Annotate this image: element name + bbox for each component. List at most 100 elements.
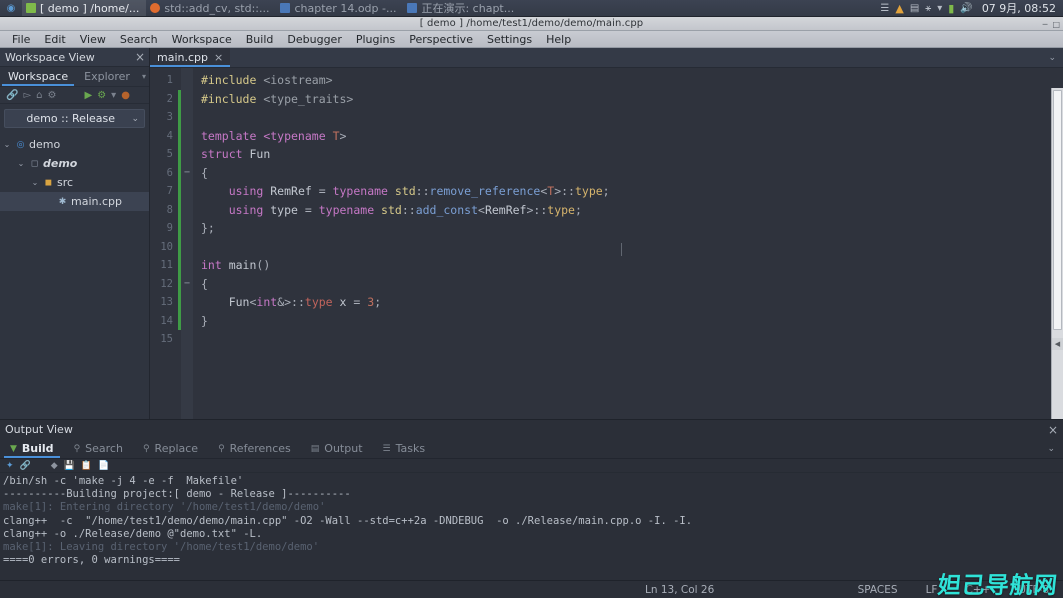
- build-log-line: clang++ -c "/home/test1/demo/demo/main.c…: [3, 514, 693, 527]
- workspace-toolbar: 🔗 ▻ ⌂ ⚙ ▶ ⚙ ▾ ●: [0, 87, 149, 104]
- folder-icon: ◻: [30, 158, 39, 169]
- link-icon[interactable]: 🔗: [20, 461, 31, 471]
- output-view-tabs: ▼ Build ⚲ Search ⚲ Replace ⚲ References …: [0, 439, 1063, 459]
- taskbar-item-impress-show[interactable]: 正在演示: chapt...: [403, 0, 521, 16]
- fold-toggle[interactable]: −: [181, 164, 193, 183]
- tree-item-folder-src[interactable]: ⌄ ◼ src: [0, 173, 149, 192]
- wrench-icon[interactable]: ⚙: [48, 90, 57, 101]
- code-token: <: [478, 202, 485, 217]
- menu-edit[interactable]: Edit: [37, 32, 72, 47]
- scroll-down-arrow-icon[interactable]: ◀: [1052, 338, 1063, 350]
- eol-mode[interactable]: LF: [912, 584, 952, 596]
- fold-toggle[interactable]: −: [181, 275, 193, 294]
- twisty-icon[interactable]: ⌄: [0, 140, 14, 149]
- menu-workspace[interactable]: Workspace: [165, 32, 239, 47]
- warning-icon[interactable]: ▲: [895, 2, 903, 15]
- menu-debugger[interactable]: Debugger: [280, 32, 348, 47]
- tab-replace[interactable]: ⚲ Replace: [133, 439, 208, 458]
- home-icon[interactable]: ⌂: [36, 90, 42, 101]
- code-text-area[interactable]: #include <iostream> #include <type_traits…: [193, 68, 1063, 419]
- network-icon[interactable]: ☰: [880, 3, 889, 14]
- chevron-down-icon[interactable]: ⌄: [1039, 439, 1063, 458]
- menu-plugins[interactable]: Plugins: [349, 32, 402, 47]
- bluetooth-icon[interactable]: ⚹: [925, 3, 931, 14]
- clear-icon[interactable]: ◆: [51, 461, 58, 471]
- copy-icon[interactable]: 📋: [81, 461, 92, 471]
- tab-output[interactable]: ▤ Output: [301, 439, 373, 458]
- line-number: 7: [166, 185, 173, 197]
- language-mode[interactable]: C++: [951, 584, 1004, 596]
- tab-explorer[interactable]: Explorer: [76, 67, 138, 86]
- build-icon[interactable]: ⚙: [97, 90, 106, 101]
- tree-item-file-main-cpp[interactable]: ✱ main.cpp: [0, 192, 149, 211]
- volume-icon[interactable]: 🔊: [960, 3, 972, 14]
- indent-mode[interactable]: SPACES: [844, 584, 912, 596]
- start-menu-button[interactable]: ◉: [0, 0, 22, 16]
- twisty-icon[interactable]: ⌄: [28, 178, 42, 187]
- editor-area: main.cpp × ⌄ 1 2 3 4 5 6 7 8 9 10 11 12 13 14 15 − − #i…: [150, 48, 1063, 419]
- menu-build[interactable]: Build: [239, 32, 281, 47]
- tab-label: Output: [324, 442, 363, 455]
- keyboard-icon[interactable]: ▤: [910, 3, 919, 14]
- code-folding-column[interactable]: − −: [181, 68, 193, 419]
- taskbar-clock[interactable]: 07 9月, 08:52: [979, 0, 1056, 16]
- menu-view[interactable]: View: [73, 32, 113, 47]
- link-icon[interactable]: 🔗: [6, 90, 18, 101]
- scrollbar-thumb[interactable]: [1053, 90, 1062, 330]
- tree-item-folder-demo[interactable]: ⌄ ◻ demo: [0, 154, 149, 173]
- project-tree: ⌄ ◎ demo ⌄ ◻ demo ⌄ ◼ src ✱ main.cpp: [0, 132, 149, 419]
- tab-label: References: [229, 442, 291, 455]
- code-line: int main(): [201, 256, 1063, 275]
- stop-icon[interactable]: ●: [121, 90, 130, 101]
- chevron-down-icon[interactable]: ▾: [138, 67, 150, 86]
- output-icon: ▤: [310, 443, 320, 454]
- close-icon[interactable]: ×: [135, 51, 145, 63]
- menu-help[interactable]: Help: [539, 32, 578, 47]
- tab-build[interactable]: ▼ Build: [0, 439, 64, 458]
- editor-tab-main-cpp[interactable]: main.cpp ×: [150, 48, 231, 67]
- taskbar-item-demo[interactable]: [ demo ] /home/...: [22, 0, 147, 16]
- fold-empty: [181, 71, 193, 90]
- menu-perspective[interactable]: Perspective: [402, 32, 480, 47]
- menubar: File Edit View Search Workspace Build De…: [0, 31, 1063, 48]
- build-log[interactable]: /bin/sh -c 'make -j 4 -e -f Makefile' ---…: [0, 473, 1063, 580]
- chevron-down-icon: ⌄: [131, 113, 139, 124]
- close-icon[interactable]: ×: [214, 52, 223, 63]
- menu-search[interactable]: Search: [113, 32, 165, 47]
- run-icon[interactable]: ▶: [84, 90, 92, 101]
- menu-settings[interactable]: Settings: [480, 32, 539, 47]
- pin-icon[interactable]: ✦: [6, 461, 14, 471]
- taskbar-item-label: chapter 14.odp -...: [294, 1, 397, 15]
- twisty-icon[interactable]: ⌄: [14, 159, 28, 168]
- paste-icon[interactable]: 📄: [98, 461, 109, 471]
- taskbar-item-label: [ demo ] /home/...: [40, 1, 140, 15]
- send-icon[interactable]: ▻: [23, 90, 31, 101]
- battery-icon[interactable]: ▮: [948, 2, 954, 15]
- taskbar-item-impress-doc[interactable]: chapter 14.odp -...: [276, 0, 403, 16]
- menu-file[interactable]: File: [5, 32, 37, 47]
- minimize-icon[interactable]: ─: [1043, 20, 1048, 29]
- tab-tasks[interactable]: ☰ Tasks: [373, 439, 436, 458]
- encoding-mode[interactable]: UTF-8: [1004, 584, 1063, 596]
- code-token: T: [332, 128, 340, 143]
- code-token: =: [353, 295, 368, 309]
- editor-vertical-scrollbar[interactable]: ◀: [1051, 88, 1063, 419]
- tab-search[interactable]: ⚲ Search: [64, 439, 133, 458]
- taskbar-item-browser[interactable]: std::add_cv, std::...: [146, 0, 276, 16]
- code-token: Fun: [228, 295, 250, 309]
- code-token: typename: [332, 184, 395, 198]
- save-icon[interactable]: 💾: [64, 461, 75, 471]
- dropdown-icon[interactable]: ▾: [111, 90, 116, 101]
- chevron-down-icon[interactable]: ⌄: [1041, 48, 1063, 67]
- fold-empty: [181, 108, 193, 127]
- close-icon[interactable]: ×: [1048, 424, 1058, 436]
- wifi-icon[interactable]: ▾: [937, 3, 942, 14]
- tab-references[interactable]: ⚲ References: [208, 439, 301, 458]
- maximize-icon[interactable]: □: [1052, 20, 1060, 29]
- tab-workspace[interactable]: Workspace: [0, 67, 76, 86]
- tree-item-project-demo[interactable]: ⌄ ◎ demo: [0, 135, 149, 154]
- build-config-selector[interactable]: demo :: Release ⌄: [4, 109, 145, 128]
